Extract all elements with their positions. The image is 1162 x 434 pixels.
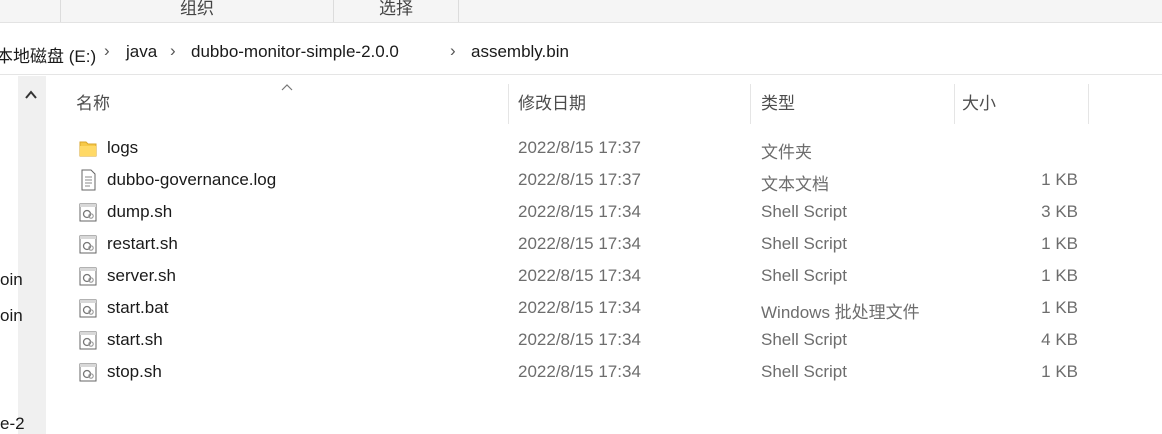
file-size: 4 KB xyxy=(1041,330,1078,349)
file-name: server.sh xyxy=(107,266,176,285)
file-type: 文件夹 xyxy=(761,143,812,162)
chevron-right-icon[interactable]: › xyxy=(170,41,176,61)
column-header-date-label: 修改日期 xyxy=(518,94,586,113)
file-type: Shell Script xyxy=(761,266,847,285)
file-name: logs xyxy=(107,138,139,157)
file-date: 2022/8/15 17:34 xyxy=(518,298,641,317)
folder-icon xyxy=(79,141,97,157)
scroll-up-arrow-icon[interactable] xyxy=(24,88,38,102)
ribbon-group-organize-label: 组织 xyxy=(180,0,214,18)
nav-item-fragment[interactable]: oin xyxy=(0,270,23,290)
ribbon-groups: 组织 选择 xyxy=(0,0,1162,23)
breadcrumb-drive[interactable]: 本地磁盘 (E:) xyxy=(0,42,96,67)
file-date: 2022/8/15 17:37 xyxy=(518,170,641,189)
chevron-right-icon[interactable]: › xyxy=(450,41,456,61)
file-size: 1 KB xyxy=(1041,298,1078,317)
breadcrumb-java[interactable]: java xyxy=(126,42,157,62)
script-file-icon xyxy=(79,331,97,350)
file-name: stop.sh xyxy=(107,362,162,381)
ribbon-group-select[interactable]: 选择 xyxy=(333,0,459,22)
file-type: Shell Script xyxy=(761,330,847,349)
file-row-server-sh[interactable]: server.sh 2022/8/15 17:34 Shell Script 1… xyxy=(62,260,1112,292)
file-list: logs 2022/8/15 17:37 文件夹 dubbo-governanc… xyxy=(62,132,1112,388)
ribbon-group-select-label: 选择 xyxy=(379,0,413,18)
file-size: 1 KB xyxy=(1041,266,1078,285)
column-header-type[interactable]: 类型 xyxy=(747,84,955,124)
breadcrumb: 本地磁盘 (E:) › java › dubbo-monitor-simple-… xyxy=(0,30,1162,75)
file-row-restart-sh[interactable]: restart.sh 2022/8/15 17:34 Shell Script … xyxy=(62,228,1112,260)
column-divider[interactable] xyxy=(1088,84,1089,124)
ribbon-group-organize[interactable]: 组织 xyxy=(60,0,333,22)
script-file-icon xyxy=(79,235,97,254)
file-type: Windows 批处理文件 xyxy=(761,303,920,322)
file-size: 3 KB xyxy=(1041,202,1078,221)
column-header-name-label: 名称 xyxy=(76,94,110,113)
file-date: 2022/8/15 17:34 xyxy=(518,234,641,253)
file-size: 1 KB xyxy=(1041,362,1078,381)
text-file-icon xyxy=(81,169,96,191)
file-row-dump-sh[interactable]: dump.sh 2022/8/15 17:34 Shell Script 3 K… xyxy=(62,196,1112,228)
file-date: 2022/8/15 17:34 xyxy=(518,330,641,349)
column-header-size-label: 大小 xyxy=(962,94,996,113)
file-row-dubbo-governance-log[interactable]: dubbo-governance.log 2022/8/15 17:37 文本文… xyxy=(62,164,1112,196)
breadcrumb-assembly-bin[interactable]: assembly.bin xyxy=(471,42,569,62)
script-file-icon xyxy=(79,203,97,222)
file-type: Shell Script xyxy=(761,202,847,221)
navigation-pane: oin oin e-2 xyxy=(0,76,46,434)
column-header-size[interactable]: 大小 xyxy=(948,84,1088,124)
file-size: 1 KB xyxy=(1041,234,1078,253)
script-file-icon xyxy=(79,267,97,286)
file-name: restart.sh xyxy=(107,234,178,253)
file-type: Shell Script xyxy=(761,362,847,381)
column-header-date[interactable]: 修改日期 xyxy=(504,84,750,124)
file-date: 2022/8/15 17:34 xyxy=(518,362,641,381)
column-header-name[interactable]: 名称 xyxy=(62,84,508,124)
file-row-start-sh[interactable]: start.sh 2022/8/15 17:34 Shell Script 4 … xyxy=(62,324,1112,356)
script-file-icon xyxy=(79,299,97,318)
file-size: 1 KB xyxy=(1041,170,1078,189)
file-row-start-bat[interactable]: start.bat 2022/8/15 17:34 Windows 批处理文件 … xyxy=(62,292,1112,324)
file-row-logs[interactable]: logs 2022/8/15 17:37 文件夹 xyxy=(62,132,1112,164)
column-header-type-label: 类型 xyxy=(761,94,795,113)
file-name: start.sh xyxy=(107,330,163,349)
file-name: start.bat xyxy=(107,298,169,317)
file-type: 文本文档 xyxy=(761,175,829,194)
breadcrumb-dubbo-monitor[interactable]: dubbo-monitor-simple-2.0.0 xyxy=(191,42,399,62)
file-date: 2022/8/15 17:34 xyxy=(518,266,641,285)
nav-scrollbar[interactable] xyxy=(18,76,46,434)
file-row-stop-sh[interactable]: stop.sh 2022/8/15 17:34 Shell Script 1 K… xyxy=(62,356,1112,388)
chevron-right-icon[interactable]: › xyxy=(104,41,110,61)
nav-item-fragment[interactable]: e-2 xyxy=(0,414,25,434)
script-file-icon xyxy=(79,363,97,382)
file-name: dubbo-governance.log xyxy=(107,170,277,189)
column-header-row: 名称 修改日期 类型 大小 xyxy=(62,84,1112,124)
file-type: Shell Script xyxy=(761,234,847,253)
nav-item-fragment[interactable]: oin xyxy=(0,306,23,326)
file-date: 2022/8/15 17:34 xyxy=(518,202,641,221)
file-date: 2022/8/15 17:37 xyxy=(518,138,641,157)
file-name: dump.sh xyxy=(107,202,173,221)
